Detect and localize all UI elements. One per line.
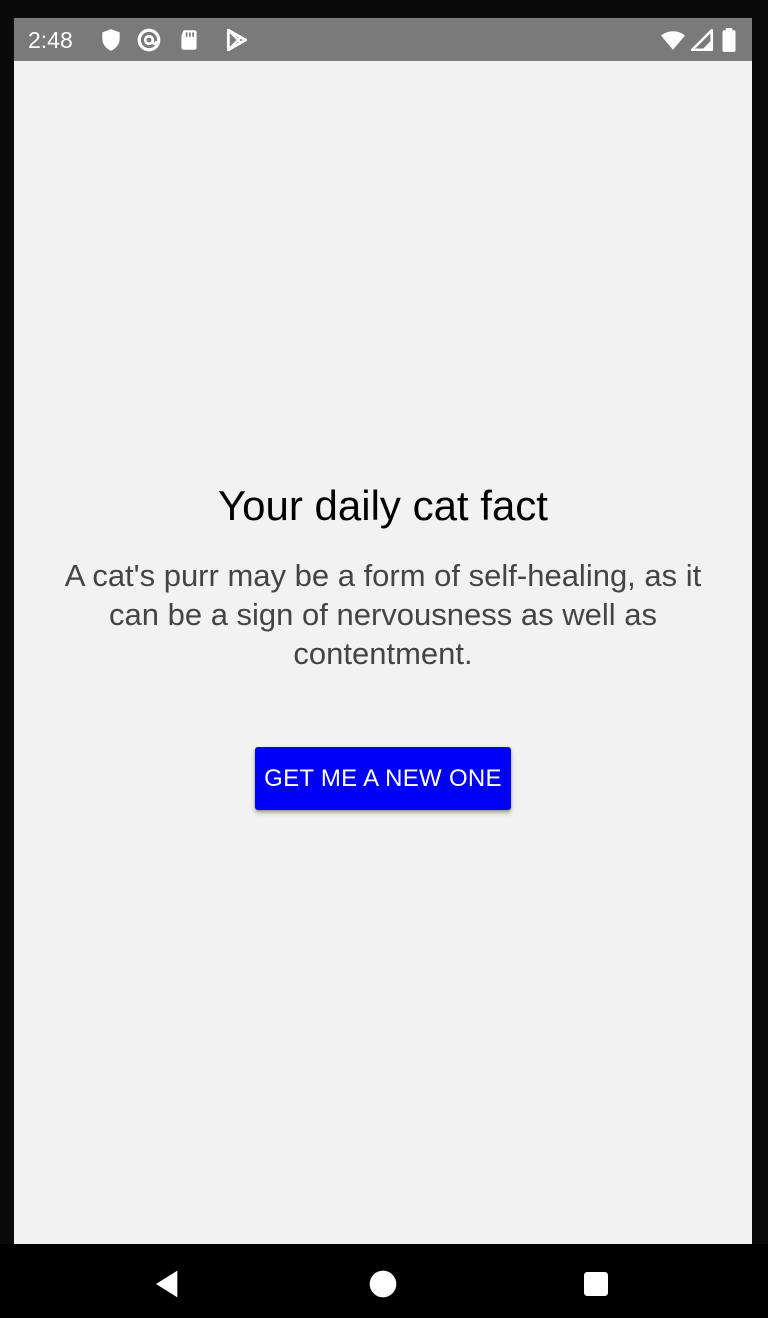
at-sign-icon	[136, 27, 162, 53]
status-bar: 2:48	[14, 18, 752, 61]
cat-fact-text: A cat's purr may be a form of self-heali…	[64, 558, 702, 671]
battery-icon	[718, 27, 740, 53]
home-icon[interactable]	[367, 1268, 399, 1300]
back-icon[interactable]	[152, 1268, 184, 1300]
main-content: Your daily cat fact A cat's purr may be …	[14, 61, 752, 1244]
shield-icon	[98, 27, 124, 53]
device-frame: 2:48 Your daily cat fact A cat's purr ma…	[0, 0, 768, 1318]
page-title: Your daily cat fact	[218, 482, 548, 529]
app-screen: 2:48 Your daily cat fact A cat's purr ma…	[14, 18, 752, 1244]
play-store-icon	[224, 27, 250, 53]
signal-icon	[689, 27, 715, 53]
sd-card-icon	[176, 27, 202, 53]
recents-icon[interactable]	[580, 1268, 612, 1300]
wifi-icon	[658, 27, 688, 53]
navigation-bar	[0, 1244, 768, 1318]
status-time: 2:48	[28, 27, 73, 53]
get-new-fact-button[interactable]: GET ME A NEW ONE	[255, 747, 511, 810]
